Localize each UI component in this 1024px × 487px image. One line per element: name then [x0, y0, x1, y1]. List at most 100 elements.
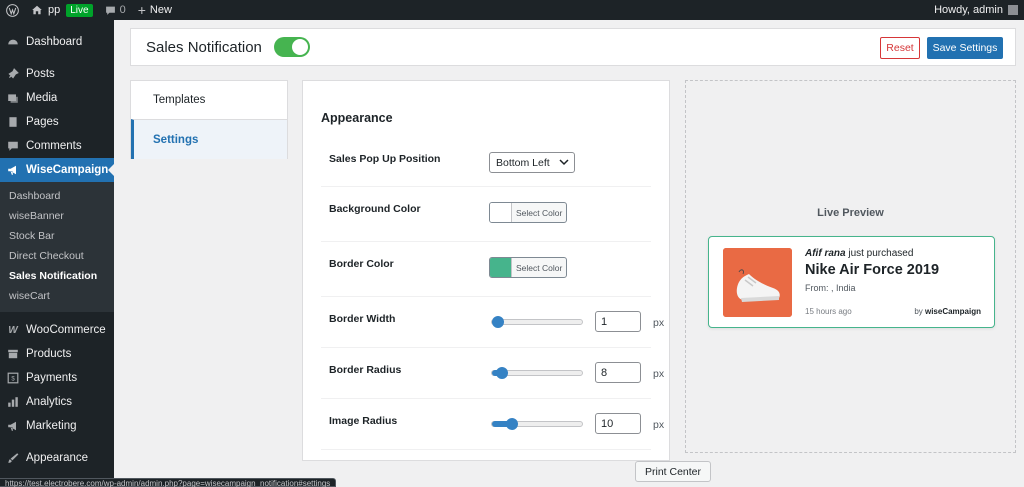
wordpress-logo-icon[interactable]: [0, 0, 25, 20]
byline-prefix: by: [914, 307, 925, 316]
tab-templates[interactable]: Templates: [131, 81, 287, 119]
save-settings-button[interactable]: Save Settings: [927, 37, 1003, 59]
submenu-item-wisecart[interactable]: wiseCart: [0, 286, 114, 306]
buyer-location: From: , India: [805, 283, 856, 293]
site-name-link[interactable]: pp Live: [25, 0, 99, 20]
background-color-label: Background Color: [329, 203, 421, 215]
enable-toggle[interactable]: [273, 37, 310, 57]
section-title: Appearance: [321, 111, 393, 125]
live-preview-panel: Live Preview Afif rana just purchased Ni…: [685, 80, 1016, 453]
menu-item-label: Dashboard: [26, 36, 83, 48]
dollar-icon: $: [6, 371, 20, 385]
admin-sidebar: Dashboard Posts Media Pages Comments Wis…: [0, 20, 114, 487]
menu-item-wisecampaign[interactable]: WiseCampaign: [0, 158, 114, 182]
comment-icon: [6, 139, 20, 153]
menu-item-appearance[interactable]: Appearance: [0, 446, 114, 470]
menu-item-pages[interactable]: Pages: [0, 110, 114, 134]
submenu-item-wisebanner[interactable]: wiseBanner: [0, 206, 114, 226]
menu-item-woocommerce[interactable]: W WooCommerce: [0, 318, 114, 342]
position-select[interactable]: Bottom Left: [489, 152, 575, 173]
bar-chart-icon: [6, 395, 20, 409]
menu-item-dashboard[interactable]: Dashboard: [0, 30, 114, 54]
background-color-row: Background Color Select Color: [321, 187, 651, 242]
menu-item-comments[interactable]: Comments: [0, 134, 114, 158]
position-value: Bottom Left: [496, 156, 550, 169]
select-color-label: Select Color: [516, 262, 563, 273]
reset-button[interactable]: Reset: [880, 37, 920, 59]
menu-item-posts[interactable]: Posts: [0, 62, 114, 86]
position-label: Sales Pop Up Position: [329, 153, 441, 165]
brush-icon: [6, 451, 20, 465]
toggle-knob: [291, 39, 308, 55]
menu-item-products[interactable]: Products: [0, 342, 114, 366]
buyer-name: Afif rana: [805, 248, 846, 259]
time-ago: 15 hours ago: [805, 307, 852, 316]
submenu-item-direct-checkout[interactable]: Direct Checkout: [0, 246, 114, 266]
menu-item-label: Comments: [26, 140, 82, 152]
pin-icon: [6, 67, 20, 81]
border-radius-unit: px: [653, 368, 665, 380]
brand-byline: by wiseCampaign: [914, 307, 981, 316]
menu-item-label: WooCommerce: [26, 324, 106, 336]
border-radius-input[interactable]: 8: [595, 362, 641, 383]
border-width-unit: px: [653, 317, 665, 329]
pages-icon: [6, 115, 20, 129]
admin-bar: pp Live 0 + New Howdy, admin: [0, 0, 1024, 20]
new-label: New: [149, 4, 172, 16]
slider-thumb[interactable]: [505, 418, 518, 430]
dashboard-icon: [6, 35, 20, 49]
woo-icon: W: [8, 324, 18, 336]
menu-item-label: WiseCampaign: [26, 164, 109, 176]
border-radius-slider[interactable]: [491, 367, 583, 379]
product-name: Nike Air Force 2019: [805, 262, 940, 278]
image-radius-label: Image Radius: [329, 415, 398, 427]
megaphone-icon: [6, 419, 20, 433]
border-color-label: Border Color: [329, 258, 394, 270]
howdy-text: Howdy, admin: [934, 4, 1003, 16]
sales-notification-card: Afif rana just purchased Nike Air Force …: [708, 236, 995, 328]
border-color-swatch: [490, 258, 512, 277]
purchase-action: just purchased: [845, 248, 914, 259]
menu-item-payments[interactable]: $ Payments: [0, 366, 114, 390]
page-title: Sales Notification: [146, 38, 262, 56]
submenu-item-dashboard[interactable]: Dashboard: [0, 186, 114, 206]
my-account-link[interactable]: Howdy, admin: [934, 0, 1018, 20]
new-content-link[interactable]: + New: [132, 0, 178, 20]
print-center-tooltip: Print Center: [635, 461, 711, 482]
border-width-slider[interactable]: [491, 316, 583, 328]
image-radius-row: Image Radius 10 px: [321, 399, 664, 450]
background-color-swatch: [490, 203, 512, 222]
menu-item-label: Media: [26, 92, 58, 104]
page-header: Sales Notification Reset Save Settings: [130, 28, 1016, 66]
submenu-item-sales-notification[interactable]: Sales Notification: [0, 266, 114, 286]
status-bar-url: https://test.electrobere.com/wp-admin/ad…: [0, 478, 337, 487]
menu-item-label: Pages: [26, 116, 59, 128]
image-radius-slider[interactable]: [491, 418, 583, 430]
border-color-picker[interactable]: Select Color: [489, 257, 567, 278]
media-icon: [6, 91, 20, 105]
appearance-settings-panel: Appearance Sales Pop Up Position Bottom …: [302, 80, 670, 461]
svg-text:$: $: [11, 376, 15, 382]
slider-thumb[interactable]: [495, 367, 508, 379]
image-radius-input[interactable]: 10: [595, 413, 641, 434]
slider-thumb[interactable]: [492, 316, 505, 328]
comments-link[interactable]: 0: [99, 0, 132, 20]
settings-tabs: Templates Settings: [130, 80, 288, 159]
border-radius-label: Border Radius: [329, 364, 402, 376]
submenu-item-stock-bar[interactable]: Stock Bar: [0, 226, 114, 246]
border-width-row: Border Width 1 px: [321, 297, 664, 348]
site-name: pp: [48, 4, 61, 16]
comment-icon: [105, 6, 115, 15]
image-radius-unit: px: [653, 419, 665, 431]
tab-settings[interactable]: Settings: [131, 119, 287, 159]
home-icon: [32, 5, 42, 15]
menu-item-analytics[interactable]: Analytics: [0, 390, 114, 414]
live-preview-title: Live Preview: [817, 207, 884, 219]
menu-item-media[interactable]: Media: [0, 86, 114, 110]
menu-item-label: Appearance: [26, 452, 89, 464]
border-color-row: Border Color Select Color: [321, 242, 651, 297]
border-width-input[interactable]: 1: [595, 311, 641, 332]
menu-item-marketing[interactable]: Marketing: [0, 414, 114, 438]
live-badge: Live: [66, 3, 93, 17]
background-color-picker[interactable]: Select Color: [489, 202, 567, 223]
